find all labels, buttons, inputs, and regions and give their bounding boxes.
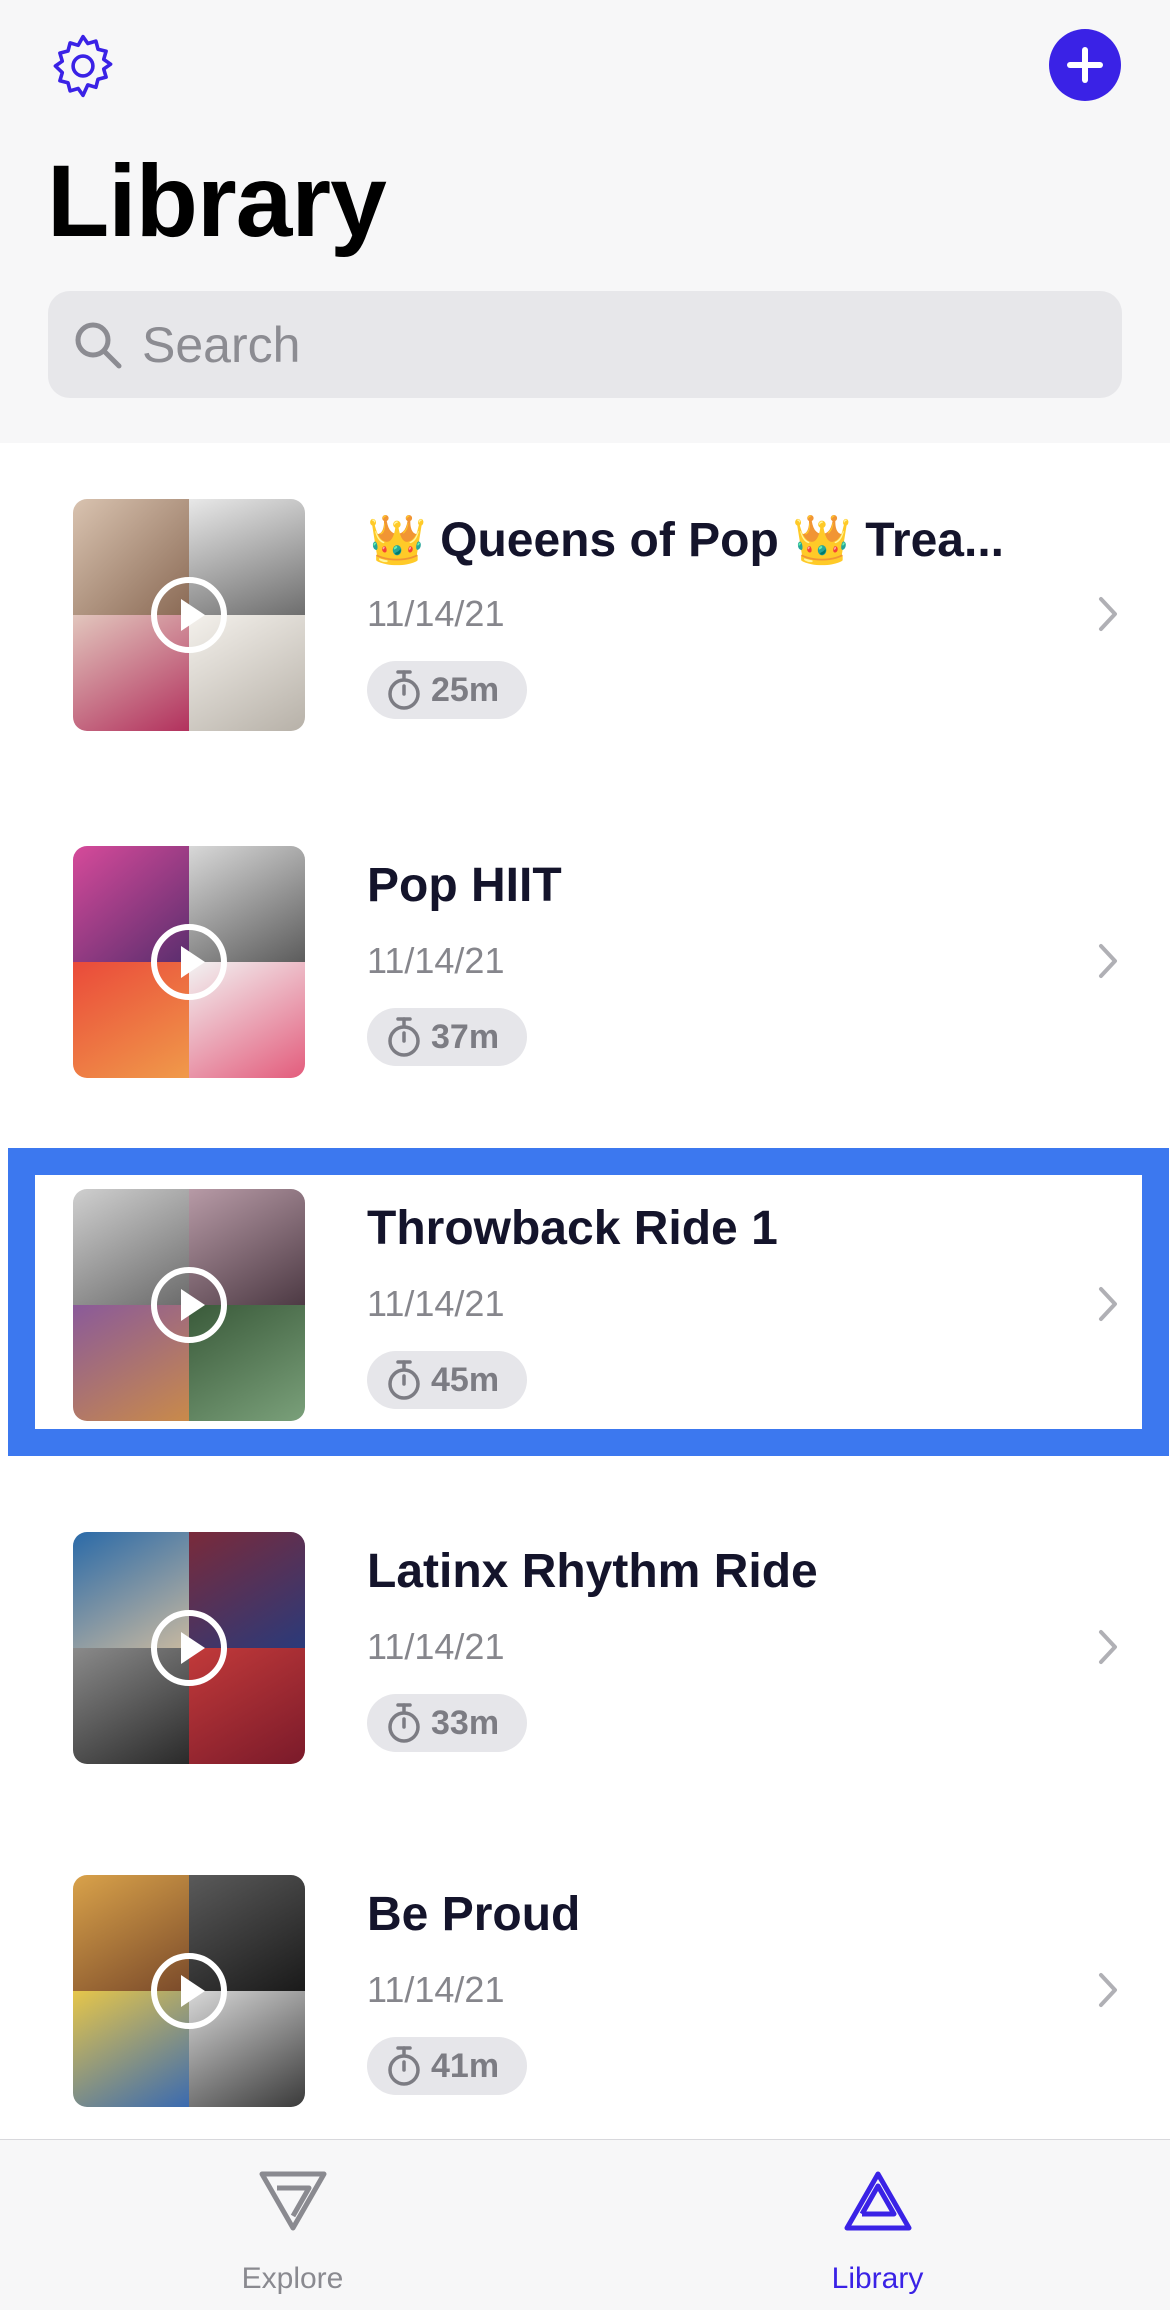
playlist-row[interactable]: Throwback Ride 1 11/14/21 45m [0,1133,1170,1475]
stopwatch-icon [388,1703,420,1743]
duration-badge: 45m [367,1351,528,1409]
playlist-title: Pop HIIT [367,859,562,912]
duration-text: 33m [431,1703,500,1742]
play-icon[interactable] [149,1951,229,2031]
duration-badge: 37m [367,1008,528,1066]
stopwatch-icon [388,670,420,710]
playlist-date: 11/14/21 [367,593,505,634]
playlist-title: 👑 Queens of Pop 👑 Trea... [367,514,1004,567]
playlist-date: 11/14/21 [367,1626,505,1667]
stopwatch-icon [388,2046,420,2086]
playlist-row[interactable]: Pop HIIT 11/14/21 37m [0,790,1170,1132]
add-button[interactable] [1049,29,1121,101]
tab-label: Library [831,2262,924,2295]
duration-text: 25m [431,670,500,709]
duration-badge: 33m [367,1694,528,1752]
explore-icon [259,2171,327,2231]
plus-icon [1067,47,1103,83]
duration-badge: 41m [367,2037,528,2095]
chevron-right-icon [1099,1630,1117,1664]
playlist-title: Latinx Rhythm Ride [367,1545,818,1598]
playlist-artwork [73,1189,305,1421]
gear-icon[interactable] [47,30,119,102]
duration-badge: 25m [367,661,528,719]
playlist-date: 11/14/21 [367,1969,505,2010]
search-bar[interactable] [48,291,1122,398]
playlist-date: 11/14/21 [367,1283,505,1324]
play-icon[interactable] [149,1608,229,1688]
page-title: Library [47,144,387,258]
tab-library[interactable]: Library [585,2140,1170,2310]
header: Library [0,0,1170,443]
playlist-row[interactable]: Latinx Rhythm Ride 11/14/21 33m [0,1476,1170,1818]
playlist-artwork [73,846,305,1078]
playlist-row[interactable]: 👑 Queens of Pop 👑 Trea... 11/14/21 25m [0,443,1170,785]
chevron-right-icon [1099,1973,1117,2007]
playlist-title: Throwback Ride 1 [367,1202,778,1255]
duration-text: 41m [431,2046,500,2085]
stopwatch-icon [388,1017,420,1057]
stopwatch-icon [388,1360,420,1400]
playlist-artwork [73,499,305,731]
tab-bar: Explore Library [0,2139,1170,2310]
playlist-title: Be Proud [367,1888,581,1941]
play-icon[interactable] [149,922,229,1002]
playlist-artwork [73,1532,305,1764]
duration-text: 37m [431,1017,500,1056]
library-icon [844,2171,912,2231]
playlist-artwork [73,1875,305,2107]
tab-explore[interactable]: Explore [0,2140,585,2310]
tab-label: Explore [241,2262,344,2295]
chevron-right-icon [1099,944,1117,978]
search-icon [75,322,122,368]
chevron-right-icon [1099,597,1117,631]
duration-text: 45m [431,1360,500,1399]
playlist-date: 11/14/21 [367,940,505,981]
playlist-row[interactable]: Be Proud 11/14/21 41m [0,1819,1170,2161]
search-input[interactable] [140,314,1044,375]
play-icon[interactable] [149,575,229,655]
play-icon[interactable] [149,1265,229,1345]
chevron-right-icon [1099,1287,1117,1321]
